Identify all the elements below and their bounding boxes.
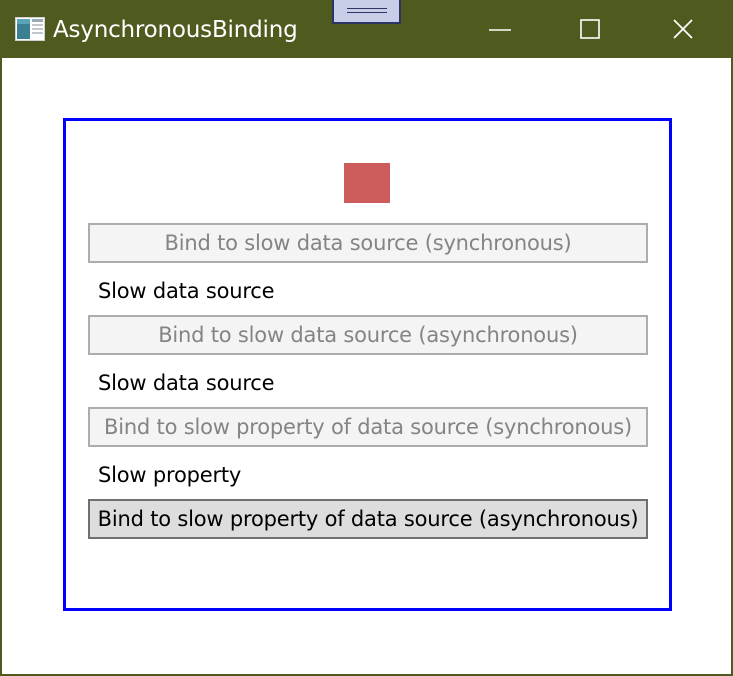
bind-slow-property-async-button[interactable]: Bind to slow property of data source (as… [88,499,648,539]
status-indicator [344,163,390,203]
bind-slow-property-sync-button[interactable]: Bind to slow property of data source (sy… [88,407,648,447]
maximize-button[interactable] [559,0,623,58]
result-label-2: Slow data source [98,371,275,395]
bind-slow-data-source-sync-button[interactable]: Bind to slow data source (synchronous) [88,223,648,263]
client-area: Bind to slow data source (synchronous) S… [2,58,731,674]
window-title: AsynchronousBinding [53,17,298,43]
maximize-icon [580,19,600,39]
minimize-icon [489,29,511,31]
grip-line [347,8,387,9]
binding-panel: Bind to slow data source (synchronous) S… [63,118,672,611]
result-label-3: Slow property [98,463,242,487]
bind-slow-data-source-async-button[interactable]: Bind to slow data source (asynchronous) [88,315,648,355]
close-icon [673,19,693,39]
app-window-icon [15,17,45,41]
drag-grip-handle[interactable] [332,0,401,24]
title-bar[interactable]: AsynchronousBinding [0,0,733,58]
minimize-button[interactable] [469,0,533,58]
close-button[interactable] [652,0,716,58]
result-label-1: Slow data source [98,279,275,303]
application-window: AsynchronousBinding Bind to slow data so [0,0,733,676]
grip-line [347,12,387,13]
